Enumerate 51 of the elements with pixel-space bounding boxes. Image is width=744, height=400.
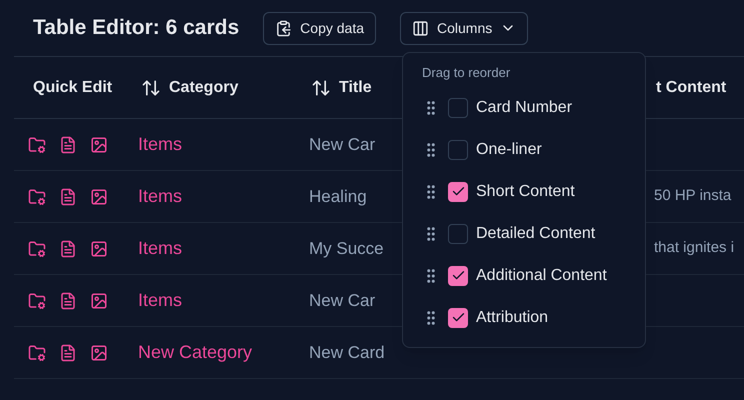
document-icon[interactable] [59,188,77,206]
column-header[interactable]: Title [339,76,372,100]
document-icon[interactable] [59,240,77,258]
folder-gear-icon[interactable] [28,136,46,154]
column-checkbox[interactable] [448,266,468,286]
column-checkbox[interactable] [448,224,468,244]
columns-button[interactable]: Columns [400,12,528,44]
column-checkbox[interactable] [448,182,468,202]
menu-hint: Drag to reorder [421,64,512,82]
column-header: t Content [656,78,726,98]
column-checkbox[interactable] [448,308,468,328]
column-option[interactable]: One-liner [476,138,542,162]
category-cell-text: New Category [137,341,254,364]
copy-data-button[interactable]: Copy data [263,12,376,44]
image-icon[interactable] [90,188,108,206]
document-icon[interactable] [59,292,77,310]
image-icon[interactable] [90,136,108,154]
content-cell: that ignites i [654,239,734,256]
category-cell-text: Items [137,185,184,208]
content-cell: 50 HP insta [654,187,732,204]
column-option[interactable]: Additional Content [476,264,607,288]
title-cell-text: New Car [308,134,376,156]
clipboard-icon [275,20,292,36]
column-option[interactable]: Card Number [476,96,572,120]
image-icon[interactable] [90,344,108,362]
column-option[interactable]: Short Content [476,180,575,204]
column-checkbox[interactable] [448,140,468,160]
folder-gear-icon[interactable] [28,188,46,206]
title-cell-text: New Card [308,342,386,364]
category-cell-text: Items [137,237,184,260]
page-title: Table Editor: 6 cards [33,15,240,42]
column-header: Quick Edit [33,78,112,98]
sort-icon[interactable] [141,78,161,98]
columns-icon [412,20,429,36]
category-cell-text: Items [137,133,184,156]
title-cell-text: New Car [308,290,376,312]
category-cell-text: Items [137,289,184,312]
image-icon[interactable] [90,240,108,258]
document-icon[interactable] [59,344,77,362]
folder-gear-icon[interactable] [28,240,46,258]
image-icon[interactable] [90,292,108,310]
folder-gear-icon[interactable] [28,292,46,310]
sort-icon[interactable] [311,78,331,98]
column-option[interactable]: Detailed Content [476,222,596,246]
column-checkbox[interactable] [448,98,468,118]
title-cell-text: My Succe [308,238,385,260]
title-cell-text: Healing [308,186,368,208]
column-option[interactable]: Attribution [476,306,548,330]
document-icon[interactable] [59,136,77,154]
folder-gear-icon[interactable] [28,344,46,362]
column-header[interactable]: Category [169,76,238,100]
